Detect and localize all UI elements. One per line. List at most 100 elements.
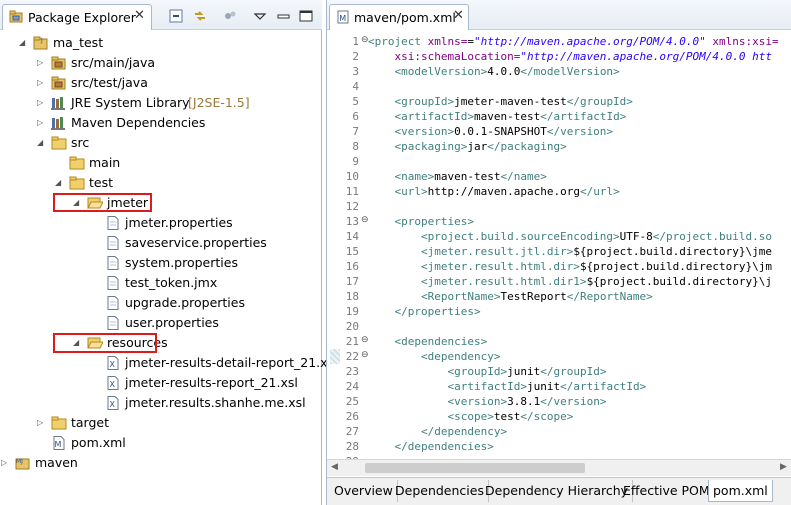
code-line-16: <jmeter.result.html.dir>${project.build.… xyxy=(420,260,772,273)
tree-item-label: target xyxy=(71,415,110,430)
tree-item[interactable]: ◢ src xyxy=(0,133,322,153)
editor-page-tabs: Overview Dependencies Dependency Hierarchy… xyxy=(327,477,791,505)
tree-item[interactable]: ▷ target xyxy=(0,413,322,433)
tree-item-label: src xyxy=(71,135,90,150)
line-number-gutter: 1 ⊖ 2 3 4 5 6 7 8 9 10 11 12 13 ⊖ 14 15 16 17 18 19 20 21 ⊖ 22 ⊖ 2… xyxy=(327,31,369,459)
tree-item[interactable]: Xjmeter.results.shanhe.me.xsl xyxy=(0,393,322,413)
tree-item-label: saveservice.properties xyxy=(125,235,267,250)
code-line-26: <scope>test</scope> xyxy=(447,410,574,423)
line-number: 5 xyxy=(352,95,359,108)
collapsed-arrow-icon[interactable]: ▷ xyxy=(37,93,47,113)
tree-item-label: pom.xml xyxy=(71,435,126,450)
view-menu-icon[interactable] xyxy=(252,8,268,24)
package-explorer-title: Package Explorer xyxy=(28,10,136,25)
tree-item[interactable]: ▷ Maven Dependencies xyxy=(0,113,322,133)
tree-item[interactable]: system.properties xyxy=(0,253,322,273)
tree-item[interactable]: ▷ src/test/java xyxy=(0,73,322,93)
line-number: 3 xyxy=(352,65,359,78)
code-line-14: <project.build.sourceEncoding>UTF-8</pro… xyxy=(420,230,773,243)
line-number: 15 xyxy=(345,245,359,258)
line-number: 14 xyxy=(345,230,359,243)
code-line-21: <dependencies> xyxy=(394,335,488,348)
pom-editor: M maven/pom.xml ✕ 1 ⊖ 2 3 4 5 6 7 8 9 10 11 12 13 ⊖ 14 1… xyxy=(326,0,791,505)
tree-item[interactable]: ◢ test xyxy=(0,173,322,193)
library-icon xyxy=(51,117,65,130)
tree-item-label: ma_test xyxy=(53,35,104,50)
tree-item-label: main xyxy=(89,155,121,170)
tree-item[interactable]: Xjmeter-results-detail-report_21.xsl xyxy=(0,353,338,373)
folder-icon xyxy=(51,416,67,430)
page-tab-effective-pom[interactable]: Effective POM xyxy=(619,480,715,502)
explorer-tab-bar: Package Explorer ✕ xyxy=(0,0,322,30)
collapse-all-icon[interactable] xyxy=(168,8,184,24)
collapsed-arrow-icon[interactable]: ▷ xyxy=(37,53,47,73)
scroll-right-icon[interactable]: ▶ xyxy=(780,462,787,472)
code-line-19: </properties> xyxy=(394,305,481,318)
tree-item[interactable]: upgrade.properties xyxy=(0,293,322,313)
line-number: 8 xyxy=(352,140,359,153)
tree-item[interactable]: ◢ jmeter xyxy=(0,193,322,213)
line-number: 7 xyxy=(352,125,359,138)
scrollbar-thumb[interactable] xyxy=(365,463,585,473)
tree-item-label: jmeter.properties xyxy=(125,215,233,230)
code-line-1: <project xmlns=="http://maven.apache.org… xyxy=(368,35,779,48)
line-number: 27 xyxy=(345,425,359,438)
package-explorer-tab[interactable]: Package Explorer ✕ xyxy=(2,4,152,30)
code-line-25: <version>3.8.1</version> xyxy=(447,395,607,408)
close-icon[interactable]: ✕ xyxy=(134,8,145,23)
collapsed-arrow-icon[interactable]: ▷ xyxy=(37,73,47,93)
tree-item[interactable]: ▷ src/main/java xyxy=(0,53,322,73)
tree-item-label: test_token.jmx xyxy=(125,275,218,290)
code-line-2: xsi:schemaLocation="http://maven.apache.… xyxy=(368,50,772,63)
tree-item[interactable]: Mpom.xml xyxy=(0,433,322,453)
tree-item-label: system.properties xyxy=(125,255,238,270)
code-line-24: <artifactId>junit</artifactId> xyxy=(447,380,647,393)
minimize-icon[interactable] xyxy=(276,8,292,24)
page-tab-overview[interactable]: Overview xyxy=(330,480,398,502)
code-line-22: <dependency> xyxy=(420,350,501,363)
horizontal-scrollbar[interactable]: ◀ ▶ xyxy=(327,459,791,476)
maximize-icon[interactable] xyxy=(298,8,314,24)
collapsed-arrow-icon[interactable]: ▷ xyxy=(1,453,11,473)
tree-item[interactable]: user.properties xyxy=(0,313,322,333)
code-line-13: <properties> xyxy=(394,215,474,228)
page-tab-dependencies[interactable]: Dependencies xyxy=(391,480,489,502)
scroll-left-icon[interactable]: ◀ xyxy=(331,462,338,472)
page-tab-dependency-hierarchy[interactable]: Dependency Hierarchy xyxy=(481,480,634,502)
link-with-editor-icon[interactable] xyxy=(192,8,208,24)
filter-icon[interactable] xyxy=(222,8,238,24)
file-icon xyxy=(107,236,119,250)
tree-item[interactable]: ◢ resources xyxy=(0,333,322,353)
tree-item[interactable]: test_token.jmx xyxy=(0,273,322,293)
code-line-23: <groupId>junit</groupId> xyxy=(447,365,607,378)
tree-item[interactable]: ▷ JRE System Library [J2SE-1.5] xyxy=(0,93,322,113)
tree-item[interactable]: ▷ MJ maven xyxy=(0,453,322,473)
collapsed-arrow-icon[interactable]: ▷ xyxy=(37,413,47,433)
tree-item[interactable]: main xyxy=(0,153,322,173)
xsl-file-icon: X xyxy=(107,396,119,410)
tree-item-label: test xyxy=(89,175,114,190)
line-number: 17 xyxy=(345,275,359,288)
line-number: 19 xyxy=(345,305,359,318)
code-line-10: <name>maven-test</name> xyxy=(394,170,547,183)
file-icon xyxy=(107,316,119,330)
code-editor[interactable]: 1 ⊖ 2 3 4 5 6 7 8 9 10 11 12 13 ⊖ 14 15 16 17 18 19 20 21 ⊖ 22 ⊖ 2… xyxy=(327,31,791,459)
page-tab-pom-xml[interactable]: pom.xml xyxy=(708,480,773,502)
highlight-box-resources xyxy=(53,333,157,353)
code-line-3: <modelVersion>4.0.0</modelVersion> xyxy=(394,65,620,78)
tree-item[interactable]: saveservice.properties xyxy=(0,233,322,253)
expanded-arrow-icon[interactable]: ◢ xyxy=(37,133,47,153)
file-icon xyxy=(107,276,119,290)
line-number: 20 xyxy=(345,320,359,333)
editor-tab-pom[interactable]: M maven/pom.xml ✕ xyxy=(329,4,469,30)
tree-item[interactable]: ◢ Jma_test xyxy=(0,33,322,53)
tree-item[interactable]: jmeter.properties xyxy=(0,213,322,233)
expanded-arrow-icon[interactable]: ◢ xyxy=(55,173,65,193)
expanded-arrow-icon[interactable]: ◢ xyxy=(19,33,29,53)
package-explorer-icon xyxy=(9,10,23,23)
collapsed-arrow-icon[interactable]: ▷ xyxy=(37,113,47,133)
svg-text:M: M xyxy=(339,14,346,23)
tree-item[interactable]: Xjmeter-results-report_21.xsl xyxy=(0,373,322,393)
close-icon[interactable]: ✕ xyxy=(453,8,464,23)
code-line-5: <groupId>jmeter-maven-test</groupId> xyxy=(394,95,633,108)
